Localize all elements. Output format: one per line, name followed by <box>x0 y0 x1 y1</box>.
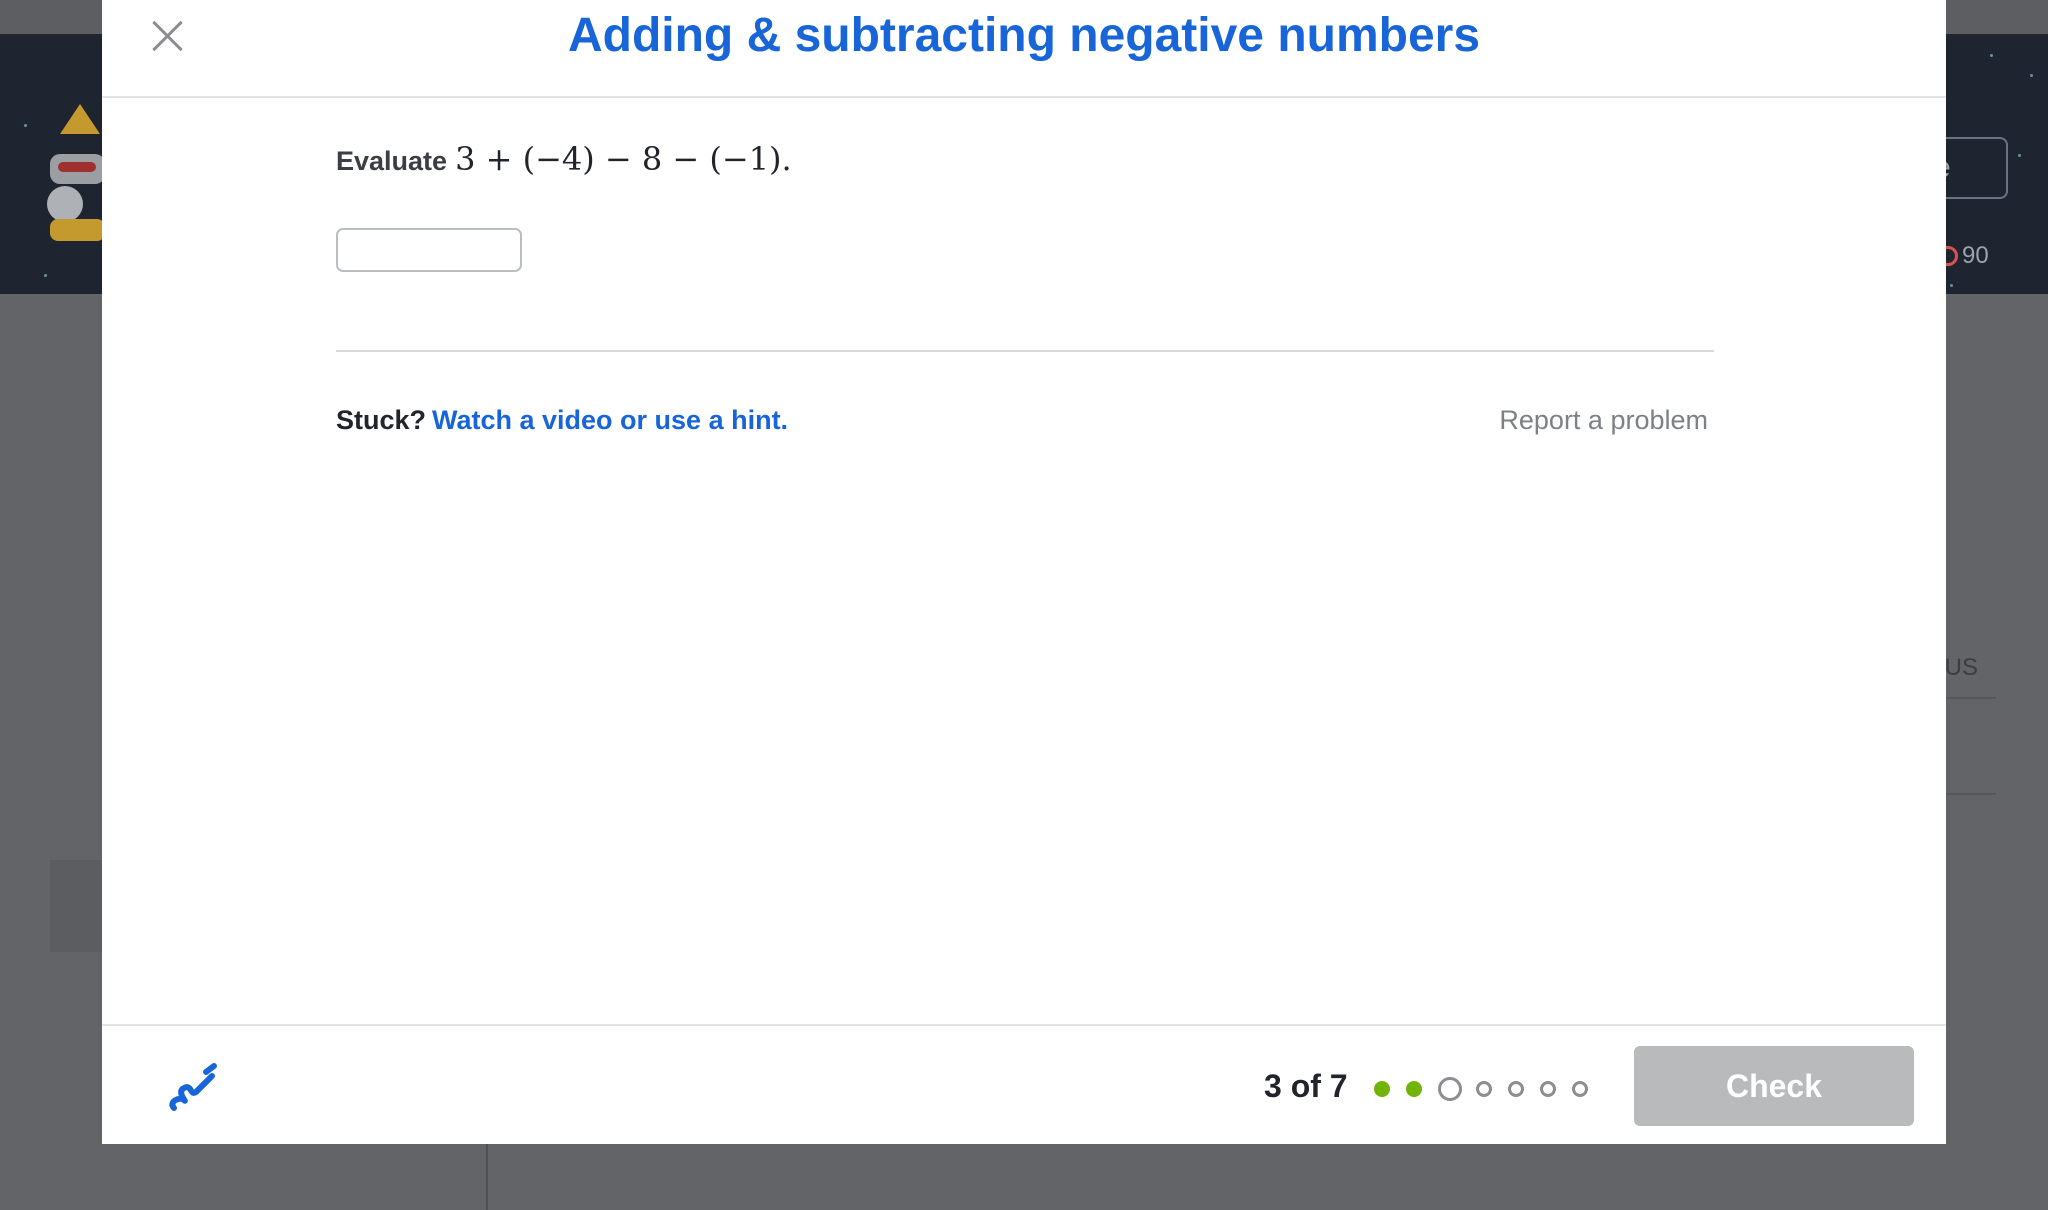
background-divider <box>1946 793 1996 795</box>
math-expression: 3 + (−4) − 8 − (−1). <box>455 140 792 178</box>
progress-dot <box>1438 1077 1462 1101</box>
modal-footer: 3 of 7 Check <box>102 1024 1946 1144</box>
progress-dot <box>1374 1081 1390 1097</box>
progress-dots <box>1374 1074 1604 1104</box>
report-problem-link[interactable]: Report a problem <box>1499 405 1708 436</box>
scratchpad-icon[interactable] <box>166 1062 218 1114</box>
progress-dot <box>1540 1081 1556 1097</box>
progress-counter: 3 of 7 <box>1264 1068 1348 1104</box>
exercise-modal: Adding & subtracting negative numbers Ev… <box>102 0 1946 1144</box>
question-prompt: Evaluate 3 + (−4) − 8 − (−1). <box>336 140 792 178</box>
progress-dot <box>1476 1081 1492 1097</box>
question-prefix: Evaluate <box>336 146 448 176</box>
modal-title: Adding & subtracting negative numbers <box>567 9 1481 62</box>
progress-dot <box>1508 1081 1524 1097</box>
modal-header: Adding & subtracting negative numbers <box>102 0 1946 98</box>
background-column-divider <box>486 1140 488 1210</box>
progress-dot <box>1572 1081 1588 1097</box>
points-value: 90 <box>1962 242 1989 269</box>
answer-input[interactable] <box>336 228 522 272</box>
background-divider <box>1946 697 1996 699</box>
mascot-icon <box>47 104 105 241</box>
check-button[interactable]: Check <box>1634 1046 1914 1126</box>
stuck-label: Stuck? <box>336 405 427 435</box>
progress-dot <box>1406 1081 1422 1097</box>
content-divider <box>336 350 1714 352</box>
hint-link[interactable]: Watch a video or use a hint. <box>432 405 788 436</box>
